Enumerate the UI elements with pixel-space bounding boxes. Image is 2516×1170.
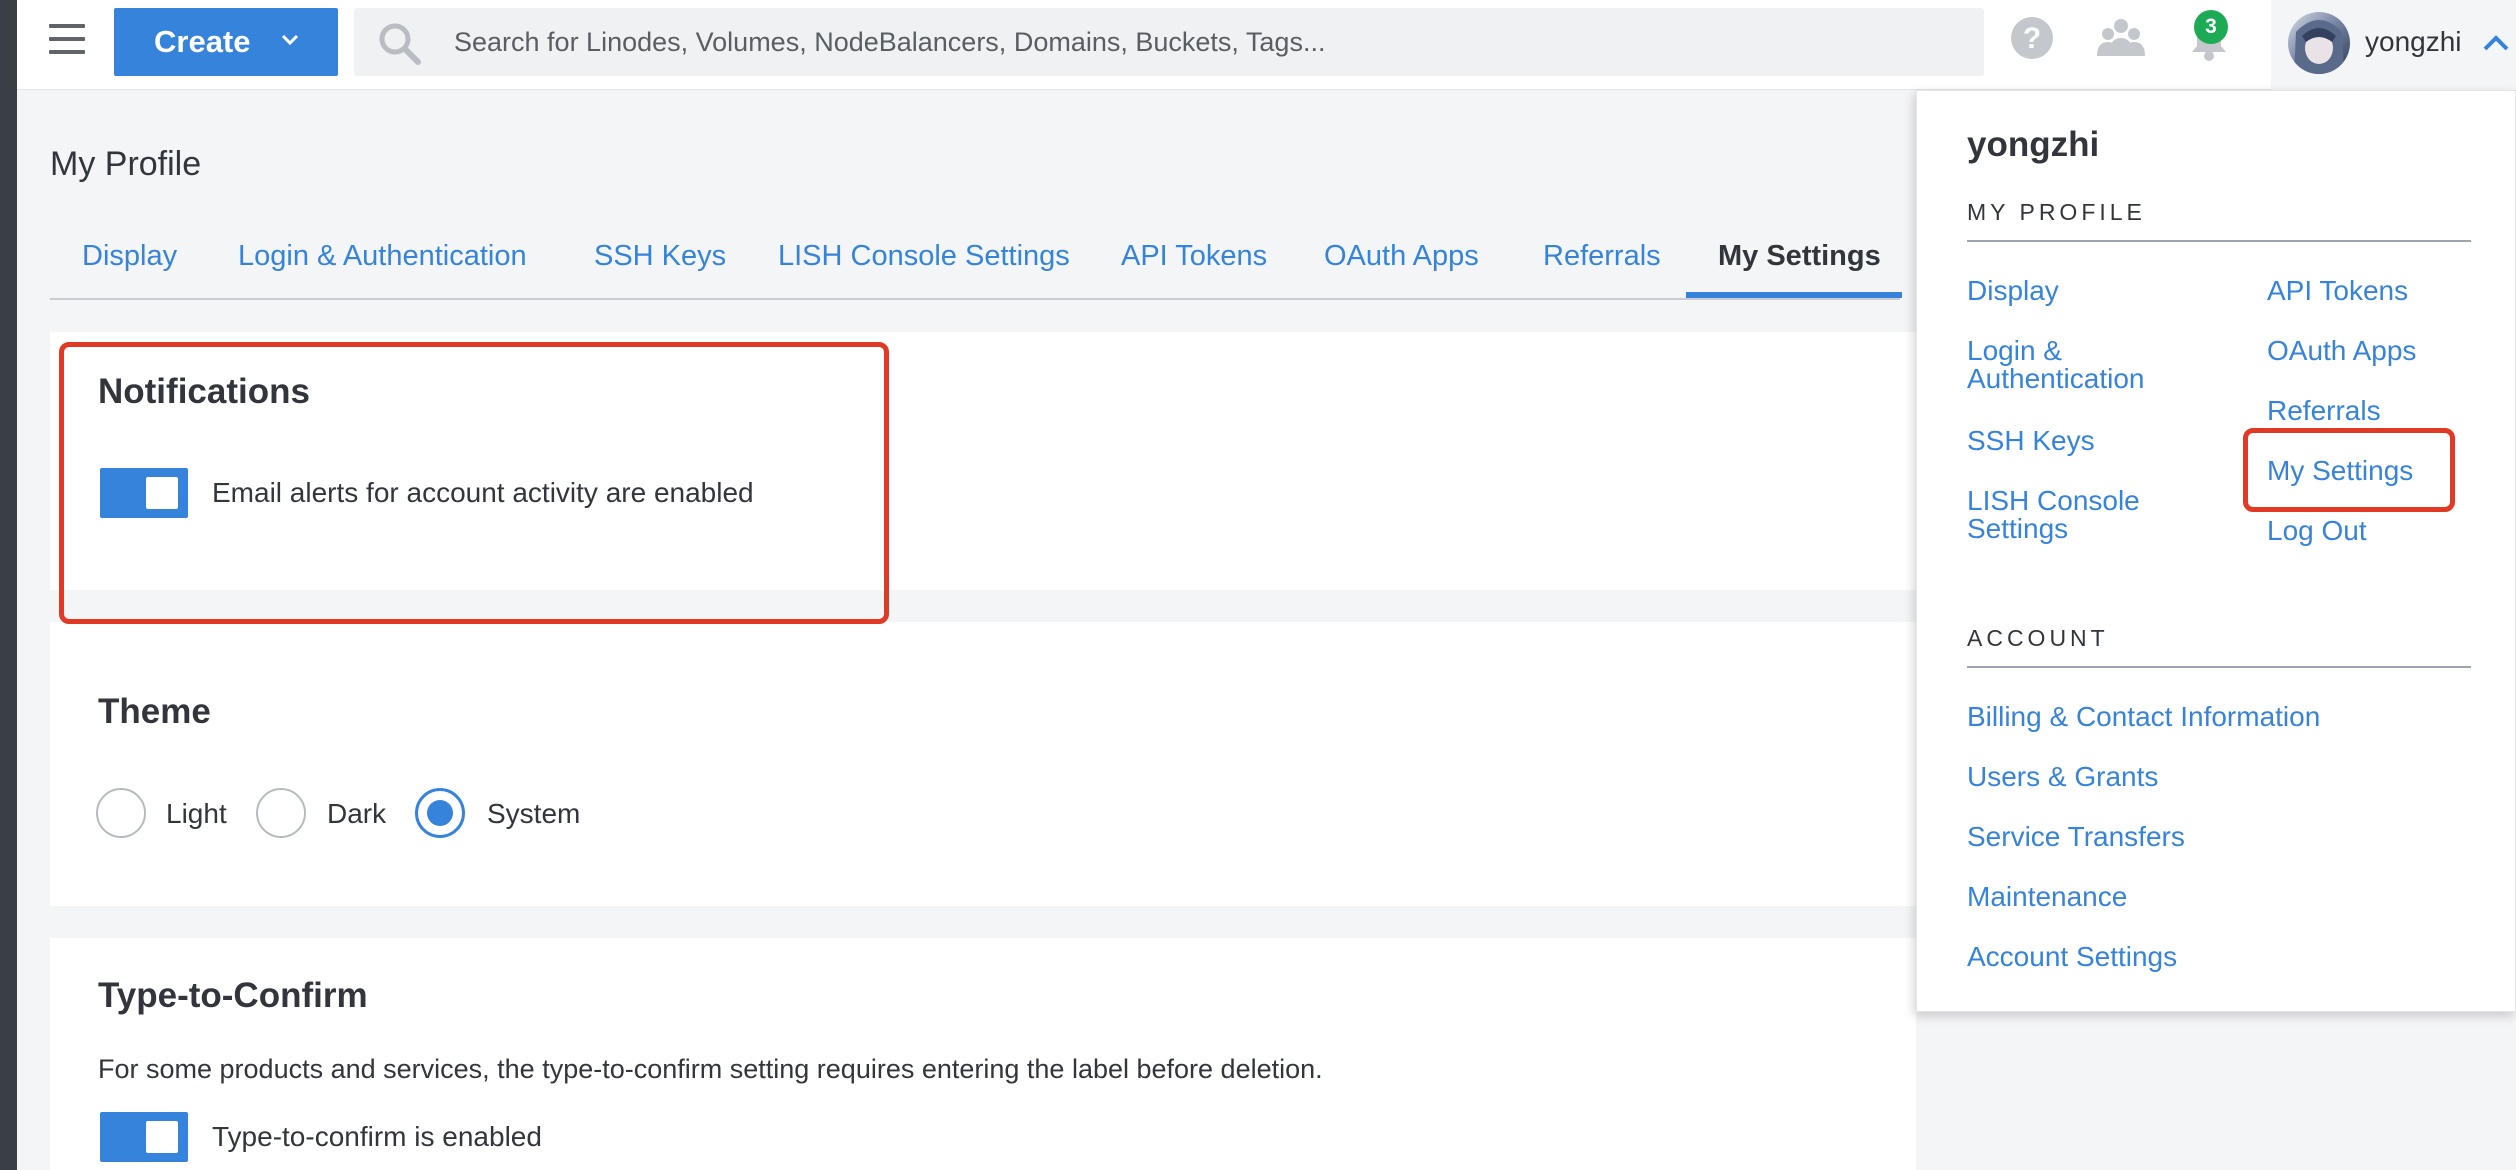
notification-count-badge: 3 [2194,10,2228,44]
avatar [2288,12,2350,74]
theme-panel: Theme Light Dark System [50,622,1916,906]
menu-link-referrals[interactable]: Referrals [2267,397,2381,425]
menu-link-my-settings[interactable]: My Settings [2267,457,2413,485]
menu-link-api-tokens[interactable]: API Tokens [2267,277,2408,305]
active-tab-indicator [1686,292,1902,298]
username: yongzhi [2365,26,2462,57]
menu-link-billing[interactable]: Billing & Contact Information [1967,703,2320,731]
menu-link-account-settings[interactable]: Account Settings [1967,943,2177,971]
chevron-down-icon [281,34,299,46]
tab-api-tokens[interactable]: API Tokens [1121,240,1267,273]
menu-username: yongzhi [1967,125,2100,164]
left-sidebar-strip [0,0,17,1170]
tab-my-settings[interactable]: My Settings [1718,240,1881,273]
menu-link-users-grants[interactable]: Users & Grants [1967,763,2158,791]
theme-dark-label: Dark [327,798,387,829]
theme-title: Theme [98,692,211,731]
top-bar: Create ? 3 yongzhi [17,0,2516,90]
tab-referrals[interactable]: Referrals [1543,240,1661,273]
type-to-confirm-label: Type-to-confirm is enabled [212,1121,542,1152]
community-icon[interactable] [2095,12,2147,64]
menu-link-maintenance[interactable]: Maintenance [1967,883,2127,911]
type-to-confirm-description: For some products and services, the type… [98,1054,1323,1084]
notifications-title: Notifications [98,372,310,411]
user-menu-toggle[interactable]: yongzhi [2271,0,2516,90]
notifications-panel: Notifications Email alerts for account a… [50,332,1916,590]
chevron-up-icon [2483,35,2509,51]
menu-account-heading: ACCOUNT [1967,625,2471,668]
menu-link-ssh-keys[interactable]: SSH Keys [1967,427,2095,455]
tab-login-authentication[interactable]: Login & Authentication [238,240,527,273]
type-to-confirm-toggle[interactable] [100,1112,188,1162]
create-button-label: Create [154,24,251,59]
email-alerts-toggle[interactable] [100,468,188,518]
theme-light-label: Light [166,798,227,829]
hamburger-menu-icon[interactable] [49,24,89,58]
help-icon[interactable]: ? [2006,12,2058,64]
theme-system-label: System [487,798,581,829]
type-to-confirm-panel: Type-to-Confirm For some products and se… [50,938,1916,1170]
menu-link-log-out[interactable]: Log Out [2267,517,2367,545]
tab-ssh-keys[interactable]: SSH Keys [594,240,726,273]
user-dropdown-menu: yongzhi MY PROFILE Display Login & Authe… [1916,90,2516,1012]
theme-system-radio[interactable] [415,788,465,838]
tab-lish-console-settings[interactable]: LISH Console Settings [778,240,1070,273]
page-title: My Profile [50,145,202,183]
type-to-confirm-title: Type-to-Confirm [98,976,368,1015]
search-bar[interactable] [354,8,1984,76]
profile-tabs: Display Login & Authentication SSH Keys … [50,228,1902,300]
menu-link-service-transfers[interactable]: Service Transfers [1967,823,2185,851]
svg-text:?: ? [2023,22,2041,55]
menu-link-display[interactable]: Display [1967,277,2059,305]
menu-link-lish-console-settings[interactable]: LISH Console Settings [1967,487,2197,543]
menu-link-oauth-apps[interactable]: OAuth Apps [2267,337,2416,365]
tab-oauth-apps[interactable]: OAuth Apps [1324,240,1479,273]
search-icon [379,23,421,65]
theme-dark-radio[interactable] [256,788,306,838]
email-alerts-label: Email alerts for account activity are en… [212,477,754,508]
menu-link-login-authentication[interactable]: Login & Authentication [1967,337,2197,393]
theme-light-radio[interactable] [96,788,146,838]
tab-display[interactable]: Display [82,240,177,273]
search-input[interactable] [454,8,1954,76]
menu-profile-heading: MY PROFILE [1967,199,2471,242]
create-button[interactable]: Create [114,8,338,76]
